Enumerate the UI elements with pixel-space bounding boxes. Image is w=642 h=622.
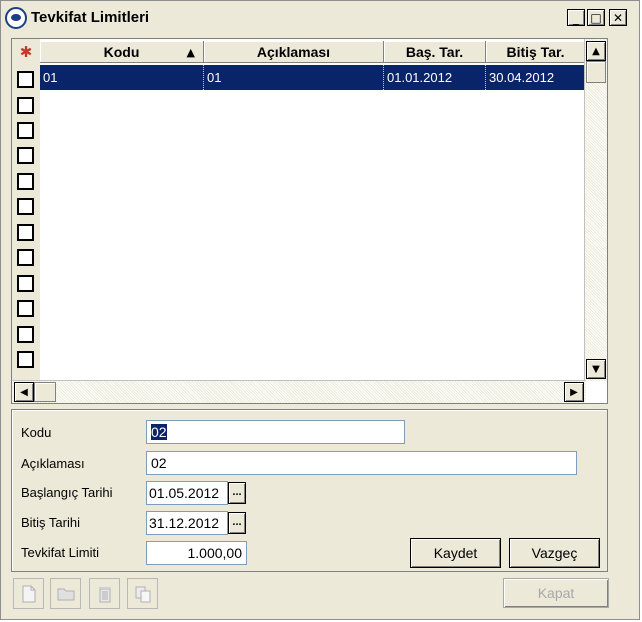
vazgec-button[interactable]: Vazgeç bbox=[509, 538, 600, 568]
row-checkbox[interactable] bbox=[17, 71, 34, 88]
tevkifat-limitleri-window: Tevkifat Limitleri _ □ ✕ ✱ Kodu ▲ Açıkla… bbox=[0, 0, 640, 620]
row-checkbox[interactable] bbox=[17, 275, 34, 292]
sort-ascending-icon: ▲ bbox=[186, 46, 195, 59]
new-document-icon[interactable] bbox=[13, 578, 44, 609]
row-checkbox[interactable] bbox=[17, 198, 34, 215]
window-title: Tevkifat Limitleri bbox=[31, 9, 150, 26]
scroll-right-icon[interactable]: ▶ bbox=[564, 382, 584, 402]
row-checkbox[interactable] bbox=[17, 173, 34, 190]
column-header-kodu[interactable]: Kodu ▲ bbox=[40, 41, 204, 63]
limits-grid[interactable]: ✱ Kodu ▲ Açıklaması Baş. Tar. Bitiş Tar. bbox=[11, 38, 608, 404]
row-checkbox[interactable] bbox=[17, 351, 34, 368]
kapat-button[interactable]: Kapat bbox=[503, 578, 609, 608]
row-checkbox[interactable] bbox=[17, 326, 34, 343]
row-checkbox[interactable] bbox=[17, 97, 34, 114]
tevkifat-limiti-label: Tevkifat Limiti bbox=[21, 545, 100, 560]
cell-bitis-tar: 30.04.2012 bbox=[486, 65, 586, 90]
grid-header-row: Kodu ▲ Açıklaması Baş. Tar. Bitiş Tar. bbox=[40, 41, 586, 63]
row-checkbox[interactable] bbox=[17, 224, 34, 241]
baslangic-date-picker-button[interactable]: ... bbox=[228, 482, 246, 504]
title-bar[interactable]: Tevkifat Limitleri _ □ ✕ bbox=[1, 1, 639, 36]
maximize-button[interactable]: □ bbox=[587, 9, 605, 26]
row-checkbox[interactable] bbox=[17, 147, 34, 164]
row-selector-column: ✱ bbox=[12, 39, 40, 381]
minimize-button[interactable]: _ bbox=[567, 9, 585, 26]
delete-trash-icon[interactable] bbox=[89, 578, 120, 609]
cell-bas-tar: 01.01.2012 bbox=[384, 65, 486, 90]
scroll-left-icon[interactable]: ◀ bbox=[14, 382, 34, 402]
close-button[interactable]: ✕ bbox=[609, 9, 627, 26]
bitis-tarihi-label: Bitiş Tarihi bbox=[21, 515, 81, 530]
kodu-field-value: 02 bbox=[151, 424, 167, 440]
baslangic-tarihi-label: Başlangıç Tarihi bbox=[21, 485, 113, 500]
kodu-label: Kodu bbox=[21, 425, 52, 440]
tevkifat-limiti-field[interactable]: 1.000,00 bbox=[146, 541, 247, 565]
cell-aciklamasi: 01 bbox=[204, 65, 384, 90]
column-header-bas-tar[interactable]: Baş. Tar. bbox=[384, 41, 486, 63]
copy-icon[interactable] bbox=[127, 578, 158, 609]
column-header-aciklamasi[interactable]: Açıklaması bbox=[204, 41, 384, 63]
baslangic-tarihi-field[interactable]: 01.05.2012 bbox=[146, 481, 228, 505]
select-all-icon[interactable]: ✱ bbox=[14, 41, 38, 63]
scroll-down-icon[interactable]: ▼ bbox=[586, 359, 606, 379]
aciklamasi-label: Açıklaması bbox=[21, 456, 85, 471]
table-row[interactable]: 01 01 01.01.2012 30.04.2012 bbox=[40, 65, 586, 90]
column-header-label: Kodu bbox=[103, 43, 140, 60]
row-checkbox[interactable] bbox=[17, 122, 34, 139]
bitis-tarihi-field[interactable]: 31.12.2012 bbox=[146, 511, 228, 535]
cell-kodu: 01 bbox=[40, 65, 204, 90]
app-logo-icon bbox=[5, 7, 27, 29]
bitis-date-picker-button[interactable]: ... bbox=[228, 512, 246, 534]
kodu-field[interactable]: 02 bbox=[146, 420, 405, 444]
horizontal-scroll-thumb[interactable] bbox=[34, 382, 56, 402]
open-folder-icon[interactable] bbox=[50, 578, 81, 609]
vertical-scrollbar[interactable]: ▲ ▼ bbox=[584, 39, 607, 381]
aciklamasi-field[interactable]: 02 bbox=[146, 451, 577, 475]
kaydet-button[interactable]: Kaydet bbox=[410, 538, 501, 568]
scroll-up-icon[interactable]: ▲ bbox=[586, 41, 606, 61]
vertical-scroll-thumb[interactable] bbox=[586, 61, 606, 83]
row-checkbox[interactable] bbox=[17, 249, 34, 266]
column-header-bitis-tar[interactable]: Bitiş Tar. bbox=[486, 41, 586, 63]
row-checkbox[interactable] bbox=[17, 300, 34, 317]
horizontal-scrollbar[interactable]: ◀ ▶ bbox=[12, 380, 586, 403]
